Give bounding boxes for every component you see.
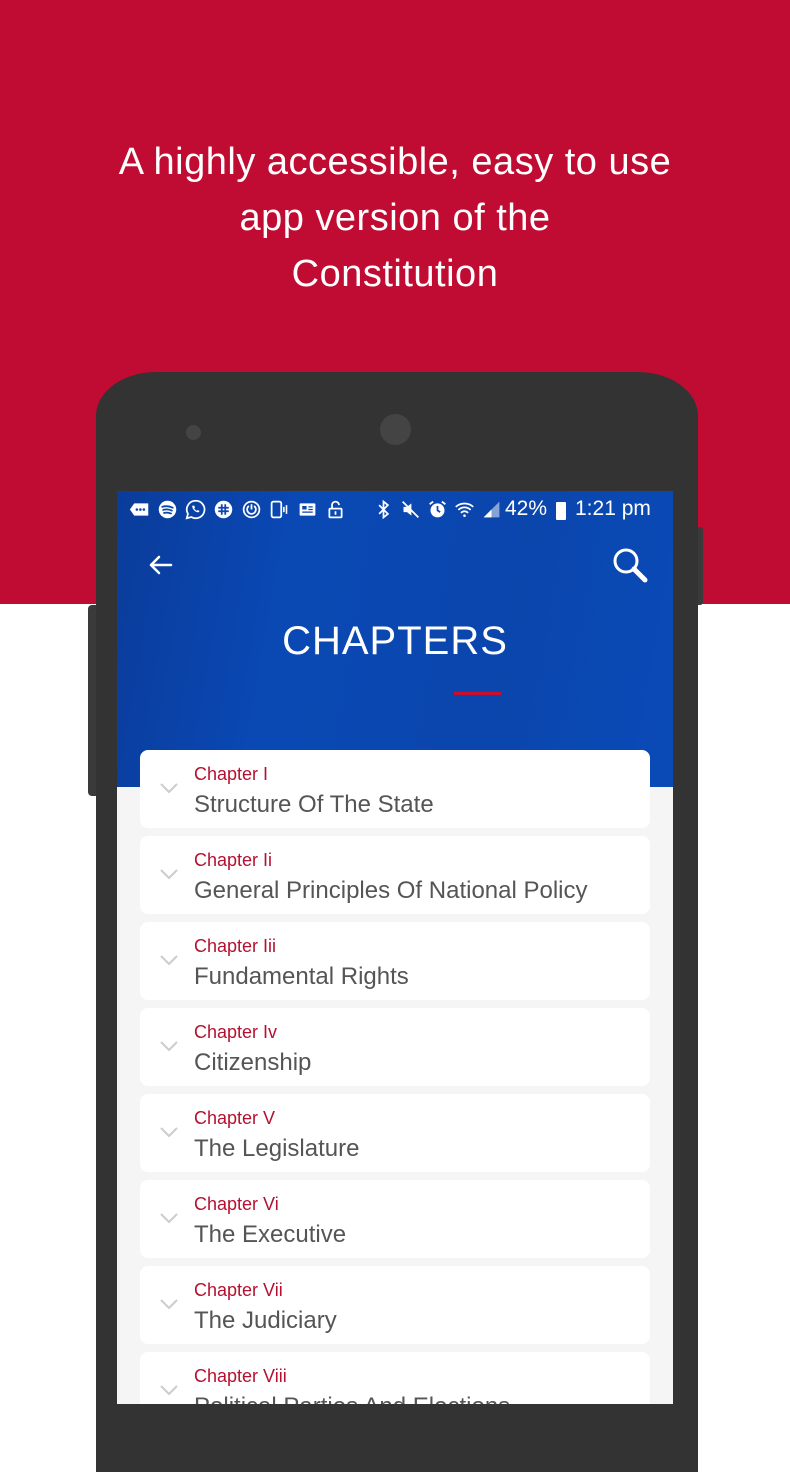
app-header: 42% 1:21 pm CHAPTERS <box>117 491 673 787</box>
chapter-item[interactable]: Chapter Iv Citizenship <box>140 1008 650 1086</box>
headline-line: Constitution <box>291 253 499 295</box>
chapter-number: Chapter Vii <box>194 1280 283 1300</box>
chevron-down-icon <box>160 1213 178 1224</box>
chevron-down-icon <box>160 1127 178 1138</box>
lock-icon <box>325 499 346 520</box>
chapter-item[interactable]: Chapter I Structure Of The State <box>140 750 650 828</box>
battery-icon <box>556 502 566 520</box>
phone-camera <box>380 414 411 445</box>
chapter-number: Chapter Viii <box>194 1366 287 1386</box>
slack-icon <box>213 499 234 520</box>
bluetooth-icon <box>373 499 394 520</box>
search-icon <box>613 548 648 583</box>
back-button[interactable] <box>145 549 177 581</box>
chapter-title: The Judiciary <box>194 1307 337 1334</box>
chapter-number: Chapter Vi <box>194 1194 279 1214</box>
headline-line: app version of the <box>239 197 551 239</box>
wifi-icon <box>454 499 475 520</box>
chapter-item[interactable]: Chapter Vii The Judiciary <box>140 1266 650 1344</box>
chapter-item[interactable]: Chapter Ii General Principles Of Nationa… <box>140 836 650 914</box>
chapter-title: Political Parties And Elections <box>194 1393 510 1404</box>
spotify-icon <box>157 499 178 520</box>
chapter-item[interactable]: Chapter Iii Fundamental Rights <box>140 922 650 1000</box>
chapter-item[interactable]: Chapter Viii Political Parties And Elect… <box>140 1352 650 1404</box>
chapter-title: Fundamental Rights <box>194 963 409 990</box>
chapter-item[interactable]: Chapter Vi The Executive <box>140 1180 650 1258</box>
chevron-down-icon <box>160 1299 178 1310</box>
battery-percent: 42% <box>505 497 548 520</box>
headline-line: A highly accessible, easy to use <box>118 141 672 183</box>
chevron-down-icon <box>160 783 178 794</box>
chapter-item[interactable]: Chapter V The Legislature <box>140 1094 650 1172</box>
chapter-number: Chapter Ii <box>194 850 273 870</box>
sync-icon <box>241 499 262 520</box>
signal-icon <box>481 499 502 520</box>
chevron-down-icon <box>160 869 178 880</box>
chapter-title: Structure Of The State <box>194 791 434 818</box>
chevron-down-icon <box>160 955 178 966</box>
chapter-number: Chapter V <box>194 1108 276 1128</box>
phone-screen: 42% 1:21 pm CHAPTERS Chapter I Structure… <box>117 491 673 1404</box>
chapter-list: Chapter I Structure Of The State Chapter… <box>140 750 650 1404</box>
phone-vibrate-icon <box>269 499 290 520</box>
chapter-title: The Executive <box>194 1221 347 1248</box>
alarm-icon <box>427 499 448 520</box>
status-time: 1:21 pm <box>575 497 651 520</box>
page-title: CHAPTERS <box>282 619 508 663</box>
arrow-left-icon <box>149 555 173 575</box>
chevron-down-icon <box>160 1385 178 1396</box>
news-icon <box>297 499 318 520</box>
more-notifications-icon <box>129 499 150 520</box>
promo-headline: A highly accessible, easy to use app ver… <box>0 134 790 302</box>
title-underline <box>454 692 501 695</box>
chapter-number: Chapter Iv <box>194 1022 278 1042</box>
mute-icon <box>400 499 421 520</box>
chevron-down-icon <box>160 1041 178 1052</box>
chapter-title: Citizenship <box>194 1049 312 1076</box>
status-bar: 42% 1:21 pm <box>117 491 673 529</box>
phone-sensor <box>186 425 201 440</box>
chapter-number: Chapter I <box>194 764 269 784</box>
search-button[interactable] <box>611 546 649 584</box>
chapter-title: General Principles Of National Policy <box>194 877 588 904</box>
whatsapp-icon <box>185 499 206 520</box>
chapter-title: The Legislature <box>194 1135 360 1162</box>
chapter-number: Chapter Iii <box>194 936 277 956</box>
